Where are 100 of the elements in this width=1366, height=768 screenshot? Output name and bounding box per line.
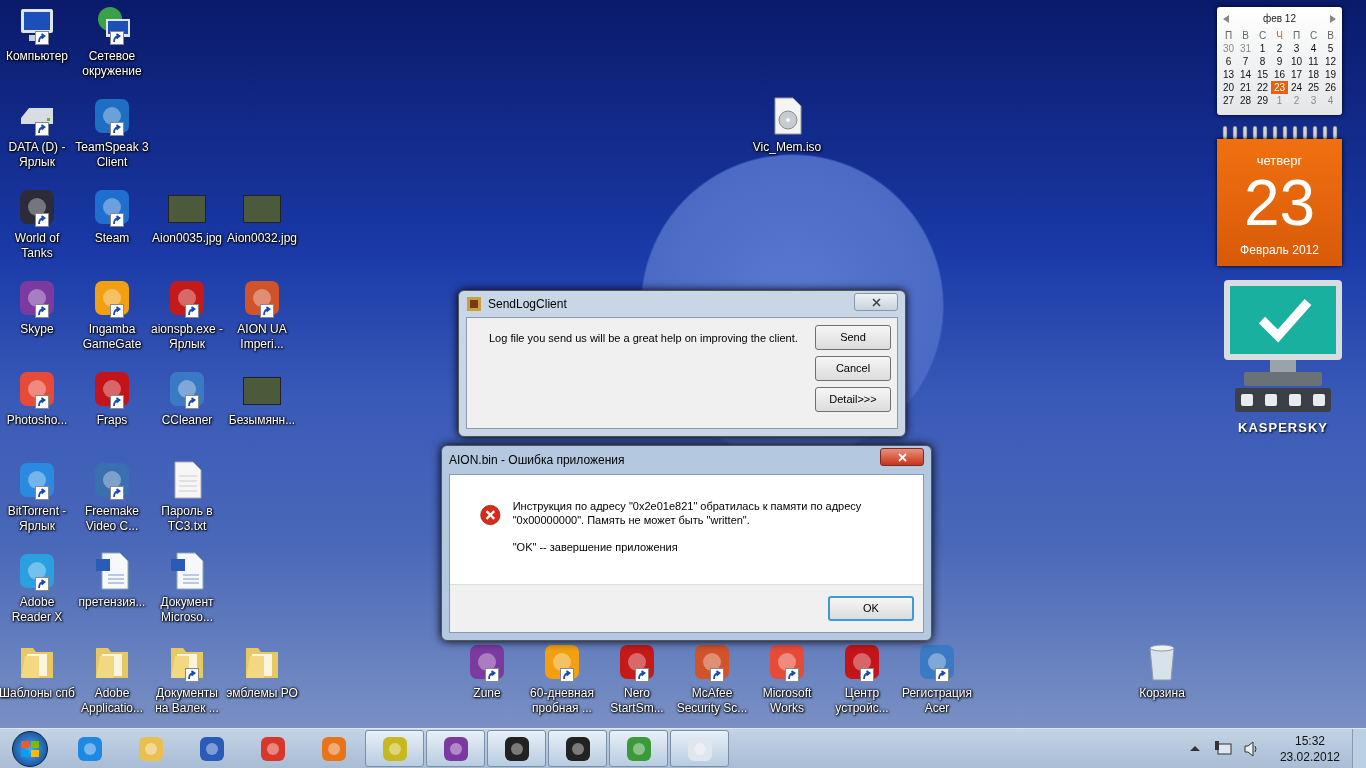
calendar-day[interactable]: 22: [1254, 81, 1271, 94]
next-month-icon[interactable]: [1330, 14, 1336, 23]
weekday-header: Ч: [1275, 29, 1284, 42]
desktop-shortcut[interactable]: Adobe Reader X: [0, 551, 75, 625]
app-icon: [624, 734, 653, 763]
desktop-shortcut[interactable]: Безымянн...: [224, 369, 300, 428]
calendar-day[interactable]: 6: [1220, 55, 1237, 68]
window-title: AION.bin - Ошибка приложения: [449, 452, 626, 469]
calendar-day[interactable]: 10: [1288, 55, 1305, 68]
app-icon: [136, 734, 165, 763]
desktop-shortcut[interactable]: Сетевое окружение: [74, 5, 150, 79]
show-desktop-button[interactable]: [1352, 728, 1366, 768]
desktop-shortcut[interactable]: Пароль в TC3.txt: [149, 460, 225, 534]
weekday-header: П: [1291, 29, 1302, 42]
desktop-shortcut[interactable]: Skype: [0, 278, 75, 337]
desktop-shortcut[interactable]: TeamSpeak 3 Client: [74, 96, 150, 170]
previous-month-icon[interactable]: [1223, 14, 1229, 23]
photo-placeholder: [243, 377, 281, 405]
desktop-shortcut[interactable]: Aion0032.jpg: [224, 187, 300, 246]
desktop-shortcut[interactable]: Fraps: [74, 369, 150, 428]
desktop-shortcut[interactable]: Steam: [74, 187, 150, 246]
weekday-header: С: [1308, 29, 1319, 42]
calendar-day[interactable]: 20: [1220, 81, 1237, 94]
monitor-check-icon: [1222, 278, 1344, 388]
close-button[interactable]: [880, 448, 924, 466]
taskbar-button[interactable]: [487, 730, 546, 767]
desktop-shortcut[interactable]: CCleaner: [149, 369, 225, 428]
calendar-day[interactable]: 4: [1305, 42, 1322, 55]
calendar-day[interactable]: 21: [1237, 81, 1254, 94]
close-icon: [897, 452, 907, 462]
calendar-day[interactable]: 9: [1271, 55, 1288, 68]
calendar-day[interactable]: 7: [1237, 55, 1254, 68]
calendar-day[interactable]: 14: [1237, 68, 1254, 81]
close-icon: [871, 297, 881, 307]
app-icon: [197, 734, 226, 763]
calendar-day[interactable]: 19: [1322, 68, 1339, 81]
calendar-day[interactable]: 2: [1271, 42, 1288, 55]
app-icon: [502, 734, 531, 763]
calendar-day[interactable]: 5: [1322, 42, 1339, 55]
toolbar-icon[interactable]: [1265, 394, 1277, 406]
desktop-shortcut[interactable]: Компьютер: [0, 5, 75, 64]
app-icon: [258, 734, 287, 763]
brand-text: KASPERSKY: [1238, 419, 1328, 437]
desktop-shortcut[interactable]: AION UA Imperi...: [224, 278, 300, 352]
calendar-day[interactable]: 26: [1322, 81, 1339, 94]
dialog-button[interactable]: Send: [815, 325, 891, 350]
error-note: "OK" -- завершение приложения: [512, 540, 679, 554]
network-icon[interactable]: [1213, 740, 1232, 757]
desktop-shortcut[interactable]: Документ Microso...: [149, 551, 225, 625]
desktop-shortcut[interactable]: aionspb.exe - Ярлык: [149, 278, 225, 352]
big-day-number: 23: [1243, 170, 1316, 235]
desktop-shortcut[interactable]: претензия...: [74, 551, 150, 610]
calendar-day[interactable]: 1: [1254, 42, 1271, 55]
error-message: Инструкция по адресу "0x2e01e821" обратилась к памяти по адресу "0x00000000". Память не может быть "written".: [512, 499, 863, 527]
photo-placeholder: [243, 195, 281, 223]
dialog-message: Log file you send us will be a great help on improving the client.: [489, 331, 798, 346]
desktop-shortcut[interactable]: Ingamba GameGate: [74, 278, 150, 352]
dialog-button[interactable]: Cancel: [815, 356, 891, 381]
calendar-day[interactable]: 18: [1305, 68, 1322, 81]
calendar-day[interactable]: 8: [1254, 55, 1271, 68]
calendar-day[interactable]: 24: [1288, 81, 1305, 94]
desktop-shortcut[interactable]: DATA (D) - Ярлык: [0, 96, 75, 170]
volume-icon[interactable]: [1243, 740, 1258, 757]
calendar-day[interactable]: 3: [1288, 42, 1305, 55]
desktop-shortcut[interactable]: Aion0035.jpg: [149, 187, 225, 246]
desktop-shortcut[interactable]: Vic_Mem.iso: [749, 96, 825, 155]
calendar-day[interactable]: 27: [1220, 94, 1237, 107]
calendar-day[interactable]: 16: [1271, 68, 1288, 81]
taskbar-button[interactable]: [426, 730, 485, 767]
start-button[interactable]: [12, 730, 48, 767]
app-icon: [75, 734, 104, 763]
desktop-shortcut[interactable]: Photosho...: [0, 369, 75, 428]
month-label: фев 12: [1263, 12, 1296, 26]
weekday-text: четверг: [1256, 152, 1303, 170]
calendar-day[interactable]: 11: [1305, 55, 1322, 68]
desktop-shortcut[interactable]: World of Tanks: [0, 187, 75, 261]
desktop-shortcut[interactable]: BitTorrent - Ярлык: [0, 460, 75, 534]
calendar-day[interactable]: 25: [1305, 81, 1322, 94]
calendar-day[interactable]: 28: [1237, 94, 1254, 107]
calendar-day[interactable]: 12: [1322, 55, 1339, 68]
calendar-day[interactable]: 15: [1254, 68, 1271, 81]
dialog-button[interactable]: Detail>>>: [815, 387, 891, 412]
close-button[interactable]: [854, 293, 898, 311]
clock[interactable]: 15:32 23.02.2012: [1279, 732, 1340, 765]
window-title: SendLogClient: [488, 296, 568, 313]
desktop-shortcut[interactable]: Freemake Video C...: [74, 460, 150, 534]
ok-button[interactable]: OK: [828, 596, 914, 621]
calendar-day[interactable]: 13: [1220, 68, 1237, 81]
app-icon: [685, 734, 714, 763]
calendar-day[interactable]: 29: [1254, 94, 1271, 107]
calendar-day[interactable]: 17: [1288, 68, 1305, 81]
toolbar-icon[interactable]: [1289, 394, 1301, 406]
weekday-header: В: [1241, 29, 1250, 42]
toolbar-icon[interactable]: [1241, 394, 1253, 406]
taskbar-button[interactable]: [548, 730, 607, 767]
app-icon: [380, 734, 409, 763]
windows-logo-icon: [20, 739, 40, 758]
toolbar-icon[interactable]: [1313, 394, 1325, 406]
weekday-header: П: [1223, 29, 1234, 42]
show-hidden-icons-icon[interactable]: [1189, 746, 1200, 751]
